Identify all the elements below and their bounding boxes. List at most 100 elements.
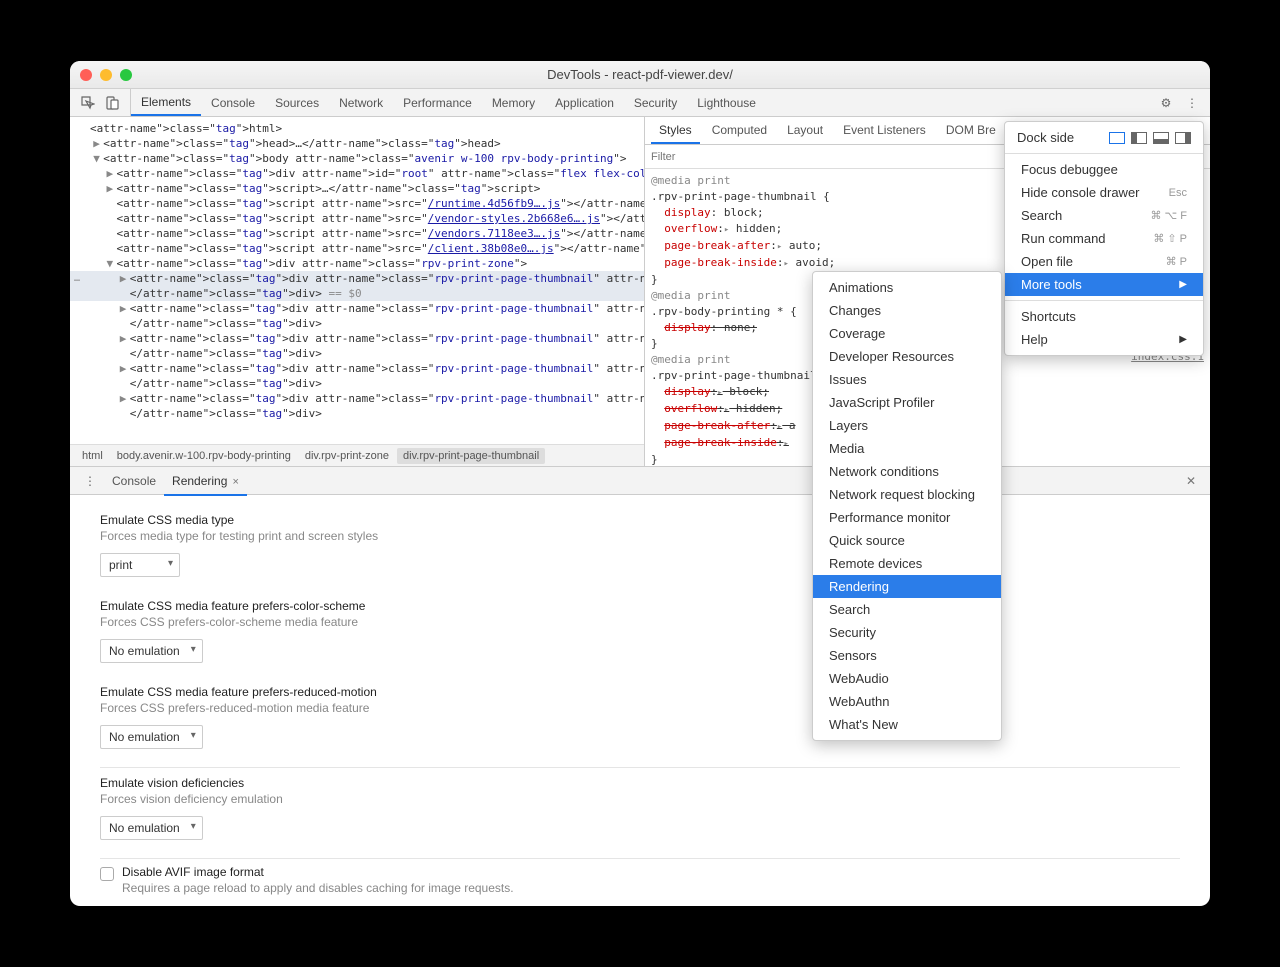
kebab-icon[interactable]: ⋮ bbox=[1184, 95, 1200, 111]
submenu-item-remote-devices[interactable]: Remote devices bbox=[813, 552, 1001, 575]
tab-application[interactable]: Application bbox=[545, 89, 624, 116]
styles-tab-dom-bre[interactable]: DOM Bre bbox=[938, 117, 1004, 144]
submenu-item-performance-monitor[interactable]: Performance monitor bbox=[813, 506, 1001, 529]
checkbox-desc: Requires a page reload to apply and disa… bbox=[122, 881, 514, 895]
section-title: Emulate CSS media type bbox=[100, 513, 1180, 527]
dom-node[interactable]: <attr-name">class="tag">script attr-name… bbox=[70, 241, 644, 256]
submenu-item-what's-new[interactable]: What's New bbox=[813, 713, 1001, 736]
device-icon[interactable] bbox=[104, 95, 120, 111]
dock-bottom-icon[interactable] bbox=[1153, 132, 1169, 144]
submenu-item-layers[interactable]: Layers bbox=[813, 414, 1001, 437]
dom-node[interactable]: <attr-name">class="tag">script attr-name… bbox=[70, 196, 644, 211]
submenu-item-webaudio[interactable]: WebAudio bbox=[813, 667, 1001, 690]
section-desc: Forces media type for testing print and … bbox=[100, 529, 1180, 543]
menu-item-run-command[interactable]: Run command⌘ ⇧ P bbox=[1005, 227, 1203, 250]
dom-node[interactable]: ▶<attr-name">class="tag">div attr-name">… bbox=[70, 271, 644, 286]
submenu-item-network-request-blocking[interactable]: Network request blocking bbox=[813, 483, 1001, 506]
checkbox[interactable] bbox=[100, 867, 114, 881]
section-title: Emulate CSS media feature prefers-color-… bbox=[100, 599, 1180, 613]
select-emulate-css-media-feature-prefers-reduced-motion[interactable]: No emulation bbox=[100, 725, 203, 749]
submenu-item-webauthn[interactable]: WebAuthn bbox=[813, 690, 1001, 713]
dom-node[interactable]: </attr-name">class="tag">div> == $0 bbox=[70, 286, 644, 301]
dom-node[interactable]: </attr-name">class="tag">div> bbox=[70, 406, 644, 421]
submenu-item-javascript-profiler[interactable]: JavaScript Profiler bbox=[813, 391, 1001, 414]
submenu-item-quick-source[interactable]: Quick source bbox=[813, 529, 1001, 552]
tab-security[interactable]: Security bbox=[624, 89, 687, 116]
tab-lighthouse[interactable]: Lighthouse bbox=[687, 89, 766, 116]
menu-item-more-tools[interactable]: More tools▶ bbox=[1005, 273, 1203, 296]
select-emulate-css-media-type[interactable]: print bbox=[100, 553, 180, 577]
drawer-kebab-icon[interactable]: ⋮ bbox=[76, 474, 104, 488]
select-emulate-vision-deficiencies[interactable]: No emulation bbox=[100, 816, 203, 840]
dock-popout-icon[interactable] bbox=[1109, 132, 1125, 144]
gear-icon[interactable]: ⚙ bbox=[1158, 95, 1174, 111]
section-desc: Forces CSS prefers-reduced-motion media … bbox=[100, 701, 1180, 715]
submenu-item-media[interactable]: Media bbox=[813, 437, 1001, 460]
dom-node[interactable]: ▶<attr-name">class="tag">div attr-name">… bbox=[70, 361, 644, 376]
dom-tree[interactable]: <attr-name">class="tag">html> ▶<attr-nam… bbox=[70, 117, 644, 444]
dom-node[interactable]: ▶<attr-name">class="tag">div attr-name">… bbox=[70, 166, 644, 181]
submenu-item-sensors[interactable]: Sensors bbox=[813, 644, 1001, 667]
dom-node[interactable]: <attr-name">class="tag">script attr-name… bbox=[70, 226, 644, 241]
styles-tab-computed[interactable]: Computed bbox=[704, 117, 775, 144]
dom-node[interactable]: ▶<attr-name">class="tag">head>…</attr-na… bbox=[70, 136, 644, 151]
styles-tab-layout[interactable]: Layout bbox=[779, 117, 831, 144]
tab-sources[interactable]: Sources bbox=[265, 89, 329, 116]
breadcrumb-item[interactable]: html bbox=[76, 448, 109, 464]
dock-right-icon[interactable] bbox=[1175, 132, 1191, 144]
minimize-icon[interactable] bbox=[100, 69, 112, 81]
dom-node[interactable]: ▼<attr-name">class="tag">div attr-name">… bbox=[70, 256, 644, 271]
submenu-item-developer-resources[interactable]: Developer Resources bbox=[813, 345, 1001, 368]
menu-item-hide-console-drawer[interactable]: Hide console drawerEsc bbox=[1005, 181, 1203, 204]
tab-network[interactable]: Network bbox=[329, 89, 393, 116]
submenu-item-rendering[interactable]: Rendering bbox=[813, 575, 1001, 598]
dom-node[interactable]: ▶<attr-name">class="tag">div attr-name">… bbox=[70, 391, 644, 406]
tab-memory[interactable]: Memory bbox=[482, 89, 545, 116]
submenu-item-issues[interactable]: Issues bbox=[813, 368, 1001, 391]
dom-node[interactable]: </attr-name">class="tag">div> bbox=[70, 346, 644, 361]
submenu-item-search[interactable]: Search bbox=[813, 598, 1001, 621]
dom-node[interactable]: <attr-name">class="tag">script attr-name… bbox=[70, 211, 644, 226]
section-desc: Forces vision deficiency emulation bbox=[100, 792, 1180, 806]
submenu-item-animations[interactable]: Animations bbox=[813, 276, 1001, 299]
menu-item-focus-debuggee[interactable]: Focus debuggee bbox=[1005, 158, 1203, 181]
inspect-icon[interactable] bbox=[80, 95, 96, 111]
menu-item-search[interactable]: Search⌘ ⌥ F bbox=[1005, 204, 1203, 227]
titlebar: DevTools - react-pdf-viewer.dev/ bbox=[70, 61, 1210, 89]
breadcrumb-item[interactable]: div.rpv-print-zone bbox=[299, 448, 395, 464]
dock-left-icon[interactable] bbox=[1131, 132, 1147, 144]
drawer-tab-console[interactable]: Console bbox=[104, 468, 164, 494]
dom-node[interactable]: ▶<attr-name">class="tag">div attr-name">… bbox=[70, 301, 644, 316]
styles-tab-event-listeners[interactable]: Event Listeners bbox=[835, 117, 934, 144]
zoom-icon[interactable] bbox=[120, 69, 132, 81]
drawer-close-icon[interactable]: ✕ bbox=[1178, 474, 1204, 488]
drawer-tab-rendering[interactable]: Rendering × bbox=[164, 468, 247, 496]
tab-performance[interactable]: Performance bbox=[393, 89, 482, 116]
submenu-item-network-conditions[interactable]: Network conditions bbox=[813, 460, 1001, 483]
dom-node[interactable]: </attr-name">class="tag">div> bbox=[70, 316, 644, 331]
devtools-window: DevTools - react-pdf-viewer.dev/ Element… bbox=[70, 61, 1210, 906]
submenu-item-changes[interactable]: Changes bbox=[813, 299, 1001, 322]
close-icon[interactable] bbox=[80, 69, 92, 81]
tab-console[interactable]: Console bbox=[201, 89, 265, 116]
checkbox-label: Disable AVIF image format bbox=[122, 865, 514, 879]
dom-node[interactable]: ▼<attr-name">class="tag">body attr-name"… bbox=[70, 151, 644, 166]
menu-item-open-file[interactable]: Open file⌘ P bbox=[1005, 250, 1203, 273]
breadcrumb-item[interactable]: body.avenir.w-100.rpv-body-printing bbox=[111, 448, 297, 464]
dom-node[interactable]: </attr-name">class="tag">div> bbox=[70, 376, 644, 391]
submenu-item-security[interactable]: Security bbox=[813, 621, 1001, 644]
tab-elements[interactable]: Elements bbox=[131, 89, 201, 116]
dock-side-label: Dock side bbox=[1017, 130, 1074, 145]
menu-item-shortcuts[interactable]: Shortcuts bbox=[1005, 305, 1203, 328]
more-tools-submenu: AnimationsChangesCoverageDeveloper Resou… bbox=[812, 271, 1002, 741]
breadcrumb-item[interactable]: div.rpv-print-page-thumbnail bbox=[397, 448, 545, 464]
submenu-item-coverage[interactable]: Coverage bbox=[813, 322, 1001, 345]
dom-node[interactable]: ▶<attr-name">class="tag">div attr-name">… bbox=[70, 331, 644, 346]
styles-tab-styles[interactable]: Styles bbox=[651, 117, 700, 144]
select-emulate-css-media-feature-prefers-color-scheme[interactable]: No emulation bbox=[100, 639, 203, 663]
section-title: Emulate CSS media feature prefers-reduce… bbox=[100, 685, 1180, 699]
menu-item-help[interactable]: Help▶ bbox=[1005, 328, 1203, 351]
console-drawer: ⋮ ConsoleRendering × ✕ Emulate CSS media… bbox=[70, 466, 1210, 906]
dom-node[interactable]: <attr-name">class="tag">html> bbox=[70, 121, 644, 136]
dom-node[interactable]: ▶<attr-name">class="tag">script>…</attr-… bbox=[70, 181, 644, 196]
